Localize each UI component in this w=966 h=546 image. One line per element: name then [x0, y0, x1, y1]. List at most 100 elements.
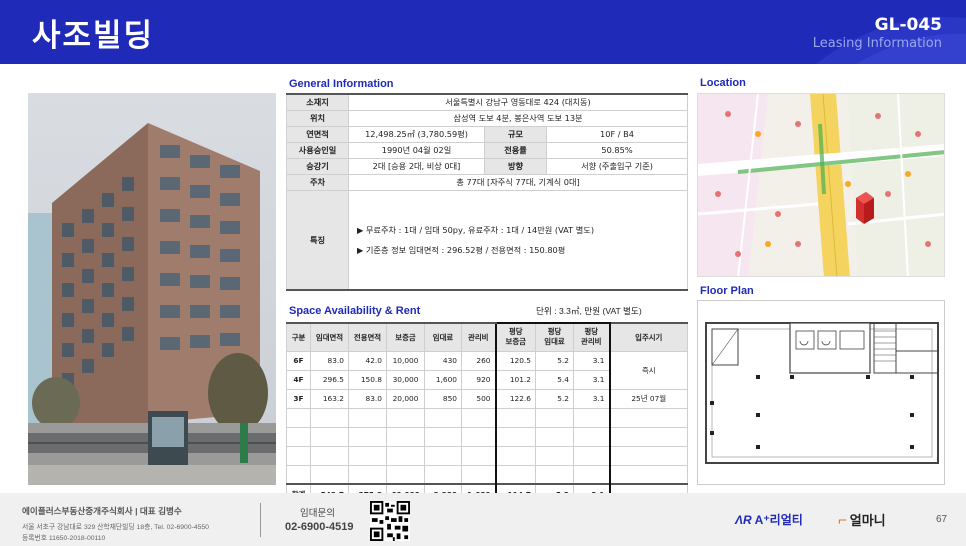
cell-mgmt-per-py: 3.1	[573, 369, 611, 390]
table-row: 6F 83.0 42.0 10,000 430 260 120.5 5.2 3.…	[286, 350, 688, 390]
page-header: 사조빌딩 GL-045 Leasing Information	[0, 0, 966, 64]
general-info-title: General Information	[289, 78, 394, 90]
table-row-empty	[286, 464, 688, 485]
col-deposit: 보증금	[386, 322, 425, 352]
inquiry-label: 임대문의	[300, 508, 335, 519]
eolmani-mark-icon: ⌐	[838, 512, 847, 529]
value-elevator: 2대 [승용 2대, 비상 0대]	[348, 157, 485, 175]
col-mgmt: 관리비	[461, 322, 496, 352]
col-deposit-per-py: 평당 보증금	[494, 322, 536, 352]
table-row: 사용승인일 1990년 04월 02일 전용률 50.85%	[286, 141, 688, 159]
building-marker-icon	[856, 192, 874, 224]
unit-note: 단위 : 3.3㎡, 만원 (VAT 별도)	[536, 306, 642, 316]
value-gross-area: 12,498.25㎡ (3,780.59평)	[348, 125, 485, 143]
label-parking: 주차	[286, 173, 349, 191]
value-scale: 10F / B4	[546, 125, 688, 143]
value-location: 삼성역 도보 4분, 봉은사역 도보 13분	[348, 109, 688, 127]
label-gross-area: 연면적	[286, 125, 349, 143]
label-elevator: 승강기	[286, 157, 349, 175]
cell-rent: 1,600	[424, 369, 462, 390]
general-info-table: 소재지 서울특별시 강남구 영동대로 424 (대치동) 위치 삼성역 도보 4…	[286, 93, 688, 291]
cell-mgmt-per-py: 3.1	[573, 350, 611, 371]
eolmani-logo: ⌐ 얼마니	[838, 512, 886, 529]
cell-mgmt: 920	[461, 369, 496, 390]
cell-mgmt: 260	[461, 350, 496, 371]
table-row: 주차 총 77대 [자주식 77대, 기계식 0대]	[286, 173, 688, 191]
table-row-empty	[286, 407, 688, 428]
cell-floor: 3F	[286, 388, 311, 409]
building-photo	[28, 93, 276, 485]
value-direction: 서향 (주출입구 기준)	[546, 157, 688, 175]
cell-lease-area: 296.5	[310, 369, 349, 390]
table-row: 특징 ▶ 무료주차 : 1대 / 임대 50py, 유료주차 : 1대 / 14…	[286, 189, 688, 291]
cell-exclusive-area: 150.8	[348, 369, 387, 390]
a-plus-mark-icon: ΛR	[735, 513, 752, 527]
cell-floor: 4F	[286, 369, 311, 390]
value-features: ▶ 무료주차 : 1대 / 임대 50py, 유료주차 : 1대 / 14만원 …	[348, 189, 688, 291]
footer-divider	[260, 503, 261, 537]
label-location: 위치	[286, 109, 349, 127]
table-row: 연면적 12,498.25㎡ (3,780.59평) 규모 10F / B4	[286, 125, 688, 143]
label-approval-date: 사용승인일	[286, 141, 349, 159]
cell-rent-per-py: 5.4	[535, 369, 574, 390]
value-approval-date: 1990년 04월 02일	[348, 141, 485, 159]
cell-deposit-per-py: 122.6	[494, 388, 536, 409]
space-availability-title: Space Availability & Rent	[289, 305, 421, 317]
feature-line: ▶ 무료주차 : 1대 / 임대 50py, 유료주차 : 1대 / 14만원 …	[357, 224, 595, 235]
floor-plan-title: Floor Plan	[700, 285, 754, 297]
cell-floor: 6F	[286, 350, 311, 371]
cell-deposit: 30,000	[386, 369, 425, 390]
floor-plan-image[interactable]	[697, 300, 945, 485]
table-row-empty	[286, 426, 688, 447]
page-footer: 에이플러스부동산중개주식회사 | 대표 김병수 서울 서초구 강남대로 329 …	[0, 493, 966, 546]
col-floor: 구분	[286, 322, 311, 352]
cell-mgmt-per-py: 3.1	[573, 388, 611, 409]
location-title: Location	[700, 77, 746, 89]
company-address: 서울 서초구 강남대로 329 산학재단빌딩 18층, Tel. 02-6900…	[22, 524, 209, 531]
cell-move-in: 즉시	[609, 350, 688, 390]
col-rent-per-py: 평당 임대료	[535, 322, 574, 352]
col-move-in: 입주시기	[609, 322, 688, 352]
cell-deposit: 20,000	[386, 388, 425, 409]
col-lease-area: 임대면적	[310, 322, 349, 352]
location-map[interactable]	[697, 93, 945, 277]
col-mgmt-per-py: 평당 관리비	[573, 322, 611, 352]
cell-deposit: 10,000	[386, 350, 425, 371]
cell-lease-area: 163.2	[310, 388, 349, 409]
value-exclusive-ratio: 50.85%	[546, 141, 688, 159]
qr-code-icon[interactable]	[370, 501, 410, 541]
cell-rent-per-py: 5.2	[535, 388, 574, 409]
cell-rent: 850	[424, 388, 462, 409]
cell-lease-area: 83.0	[310, 350, 349, 371]
building-title: 사조빌딩	[32, 18, 155, 54]
label-scale: 규모	[484, 125, 547, 143]
cell-rent: 430	[424, 350, 462, 371]
cell-exclusive-area: 83.0	[348, 388, 387, 409]
value-parking: 총 77대 [자주식 77대, 기계식 0대]	[348, 173, 688, 191]
table-row: 승강기 2대 [승용 2대, 비상 0대] 방향 서향 (주출입구 기준)	[286, 157, 688, 175]
label-address: 소재지	[286, 93, 349, 111]
space-availability-table: 구분 임대면적 전용면적 보증금 임대료 관리비 평당 보증금 평당 임대료 평…	[286, 322, 688, 505]
label-direction: 방향	[484, 157, 547, 175]
cell-move-in: 25년 07월	[609, 388, 688, 409]
header-subtitle: Leasing Information	[812, 36, 942, 51]
cell-mgmt: 500	[461, 388, 496, 409]
table-row: 소재지 서울특별시 강남구 영동대로 424 (대치동)	[286, 93, 688, 111]
table-row: 위치 삼성역 도보 4분, 봉은사역 도보 13분	[286, 109, 688, 127]
cell-deposit-per-py: 101.2	[494, 369, 536, 390]
listing-code: GL-045	[874, 15, 942, 35]
inquiry-phone[interactable]: 02-6900-4519	[285, 521, 354, 533]
label-exclusive-ratio: 전용률	[484, 141, 547, 159]
table-row: 3F 163.2 83.0 20,000 850 500 122.6 5.2 3…	[286, 388, 688, 409]
a-plus-realty-logo: ΛR A⁺리얼티	[735, 513, 803, 527]
col-exclusive-area: 전용면적	[348, 322, 387, 352]
cell-deposit-per-py: 120.5	[494, 350, 536, 371]
col-rent: 임대료	[424, 322, 462, 352]
company-name: 에이플러스부동산중개주식회사 | 대표 김병수	[22, 506, 182, 516]
table-row-empty	[286, 445, 688, 466]
label-features: 특징	[286, 189, 349, 291]
cell-exclusive-area: 42.0	[348, 350, 387, 371]
page-number: 67	[936, 514, 948, 525]
cell-rent-per-py: 5.2	[535, 350, 574, 371]
feature-line: ▶ 기준층 정보 임대면적 : 296.52평 / 전용면적 : 150.80평	[357, 244, 566, 255]
